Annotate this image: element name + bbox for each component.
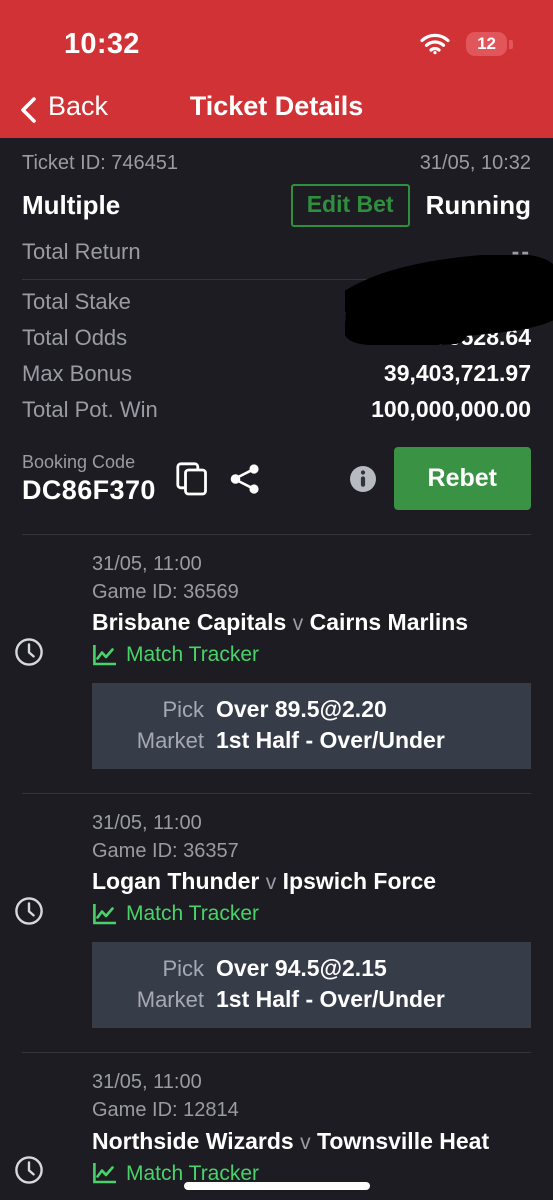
summary-divider <box>22 279 531 280</box>
match-tracker-label: Match Tracker <box>126 902 260 926</box>
event-teams: Northside Wizards v Townsville Heat <box>92 1128 531 1155</box>
total-stake-label: Total Stake <box>22 289 131 314</box>
copy-icon[interactable] <box>176 461 208 496</box>
ticket-placed-at: 31/05, 10:32 <box>419 152 531 174</box>
booking-code-block: Booking Code DC86F370 <box>22 452 156 506</box>
chart-icon <box>92 903 116 925</box>
table-row: Total Stake <box>22 289 531 315</box>
ticket-id: Ticket ID: 746451 <box>22 152 179 174</box>
pick-row: Pick Over 89.5@2.20 <box>108 696 515 723</box>
market-row: Market 1st Half - Over/Under <box>108 986 515 1013</box>
event-away-team: Townsville Heat <box>317 1127 490 1154</box>
navigation-bar: Back Ticket Details <box>0 74 553 138</box>
event-game-id: Game ID: 12814 <box>92 1098 239 1121</box>
total-pot-win-value: 100,000,000.00 <box>371 396 531 422</box>
ticket-totals: Total Stake Total Odds 376528.64 Max Bon… <box>0 289 553 423</box>
event-home-team: Logan Thunder <box>92 868 260 895</box>
back-button-label: Back <box>48 90 109 121</box>
event-time: 31/05, 11:00 <box>92 812 202 835</box>
bet-type-label: Multiple <box>22 190 121 220</box>
pick-value: Over 89.5@2.20 <box>216 696 387 723</box>
pick-row: Pick Over 94.5@2.15 <box>108 955 515 982</box>
list-item[interactable]: 31/05, 11:00 Game ID: 36357 Logan Thunde… <box>0 794 553 1029</box>
table-row: Max Bonus 39,403,721.97 <box>22 360 531 387</box>
pick-label: Pick <box>162 956 204 982</box>
wifi-icon <box>420 33 450 55</box>
total-odds-value: 376528.64 <box>422 324 531 350</box>
clock-icon <box>14 896 44 931</box>
event-vs: v <box>292 612 304 636</box>
ticket-summary-body: Ticket ID: 746451 31/05, 10:32 Multiple … <box>0 138 553 265</box>
status-bar: 10:32 12 <box>0 0 553 74</box>
event-teams: Logan Thunder v Ipswich Force <box>92 868 531 895</box>
rebet-button[interactable]: Rebet <box>393 447 531 510</box>
match-tracker-label: Match Tracker <box>126 643 260 667</box>
battery-nub <box>509 39 513 49</box>
total-return-label: Total Return <box>22 239 141 264</box>
ticket-type-row: Multiple Edit Bet Running <box>22 184 531 227</box>
event-time: 31/05, 11:00 <box>92 553 202 575</box>
ticket-type-actions: Edit Bet Running <box>290 184 531 227</box>
booking-code-value: DC86F370 <box>22 474 156 505</box>
event-home-team: Northside Wizards <box>92 1127 294 1154</box>
total-pot-win-label: Total Pot. Win <box>22 397 158 422</box>
table-row: Total Pot. Win 100,000,000.00 <box>22 396 531 423</box>
max-bonus-value: 39,403,721.97 <box>383 360 531 386</box>
share-icon[interactable] <box>228 462 262 496</box>
event-home-team: Brisbane Capitals <box>92 609 287 636</box>
match-tracker-link[interactable]: Match Tracker <box>92 902 531 926</box>
info-icon[interactable] <box>348 464 378 494</box>
event-vs: v <box>300 1130 311 1154</box>
ticket-details-screen: 10:32 12 Back Ticket Details Ticket ID: … <box>0 0 553 1200</box>
selection-box: Pick Over 89.5@2.20 Market 1st Half - Ov… <box>92 683 531 770</box>
pick-label: Pick <box>162 697 204 723</box>
market-label: Market <box>136 987 204 1013</box>
selection-box: Pick Over 94.5@2.15 Market 1st Half - Ov… <box>92 942 531 1029</box>
match-tracker-link[interactable]: Match Tracker <box>92 643 531 667</box>
clock-icon <box>14 1155 44 1190</box>
table-row: Total Odds 376528.64 <box>22 324 531 351</box>
home-indicator <box>183 1182 370 1190</box>
list-item[interactable]: 31/05, 11:00 Game ID: 12814 Northside Wi… <box>0 1053 553 1200</box>
list-item[interactable]: 31/05, 11:00 Game ID: 36569 Brisbane Cap… <box>0 535 553 770</box>
chevron-left-icon <box>18 96 38 123</box>
event-away-team: Ipswich Force <box>282 868 437 895</box>
event-game-id: Game ID: 36569 <box>92 580 239 603</box>
ticket-summary: Ticket ID: 746451 31/05, 10:32 Multiple … <box>0 138 553 1200</box>
back-button[interactable]: Back <box>18 90 109 123</box>
clock-icon <box>14 637 44 672</box>
edit-bet-button[interactable]: Edit Bet <box>290 184 410 227</box>
ticket-status-label: Running <box>425 190 531 220</box>
event-vs: v <box>265 871 277 895</box>
ticket-meta-row: Ticket ID: 746451 31/05, 10:32 <box>22 138 531 175</box>
status-bar-indicators: 12 <box>420 32 513 56</box>
total-return-value: -- <box>511 238 531 264</box>
battery-level-label: 12 <box>466 32 507 56</box>
market-value: 1st Half - Over/Under <box>216 727 445 754</box>
market-row: Market 1st Half - Over/Under <box>108 727 515 754</box>
pick-value: Over 94.5@2.15 <box>216 955 387 982</box>
status-bar-clock: 10:32 <box>64 27 140 60</box>
total-return-row: Total Return -- <box>22 238 531 265</box>
event-game-id: Game ID: 36357 <box>92 839 239 862</box>
chart-icon <box>92 1163 116 1184</box>
event-time: 31/05, 11:00 <box>92 1071 202 1094</box>
max-bonus-label: Max Bonus <box>22 361 133 386</box>
market-value: 1st Half - Over/Under <box>216 986 445 1013</box>
battery-indicator: 12 <box>466 32 513 56</box>
chart-icon <box>92 644 116 666</box>
booking-code-label: Booking Code <box>22 451 136 472</box>
market-label: Market <box>136 728 204 754</box>
total-odds-label: Total Odds <box>22 325 128 350</box>
booking-code-row: Booking Code DC86F370 Rebet <box>0 447 553 510</box>
event-teams: Brisbane Capitals v Cairns Marlins <box>92 609 531 636</box>
event-away-team: Cairns Marlins <box>309 609 469 636</box>
